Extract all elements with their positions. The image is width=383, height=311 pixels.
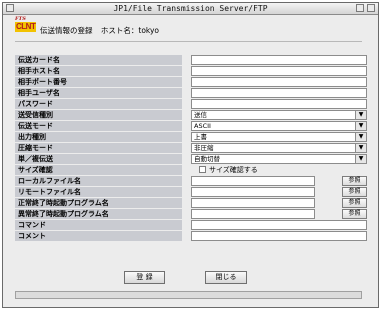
header: 伝送情報の登録 ホスト名：tokyo xyxy=(40,25,165,36)
remote-user-label: 相手ユーザ名 xyxy=(15,88,182,98)
row-remote-host: 相手ホスト名 xyxy=(15,66,367,76)
remote-user-field[interactable] xyxy=(191,88,367,98)
send-recv-type-value: 送信 xyxy=(194,111,207,119)
transfer-mode-value: ASCII xyxy=(194,122,211,130)
card-name-field[interactable] xyxy=(191,55,367,65)
password-field[interactable] xyxy=(191,99,367,109)
row-size-confirm: サイズ確認 サイズ確認する xyxy=(15,165,367,175)
single-multi-select[interactable]: 自動切替 ▼ xyxy=(191,154,367,164)
compress-mode-select[interactable]: 非圧縮 ▼ xyxy=(191,143,367,153)
remote-file-field[interactable] xyxy=(191,187,315,197)
output-type-value: 上書 xyxy=(194,133,207,141)
chevron-down-icon[interactable]: ▼ xyxy=(355,144,366,152)
chevron-down-icon[interactable]: ▼ xyxy=(355,122,366,130)
row-comment: コメント xyxy=(15,231,367,241)
card-name-label: 伝送カード名 xyxy=(15,55,182,65)
compress-mode-label: 圧縮モード xyxy=(15,143,182,153)
row-local-file: ローカルファイル名 参照 xyxy=(15,176,367,186)
row-remote-port: 相手ポート番号 xyxy=(15,77,367,87)
password-label: パスワード xyxy=(15,99,182,109)
local-file-field[interactable] xyxy=(191,176,315,186)
send-recv-type-select[interactable]: 送信 ▼ xyxy=(191,110,367,120)
compress-mode-value: 非圧縮 xyxy=(194,144,214,152)
remote-port-label: 相手ポート番号 xyxy=(15,77,182,87)
fts-clnt-logo: FTS CLNT xyxy=(15,16,37,32)
register-button[interactable]: 登 録 xyxy=(124,271,165,284)
size-confirm-checkbox-label[interactable]: サイズ確認する xyxy=(209,165,258,175)
row-single-multi: 単／複伝送 自動切替 ▼ xyxy=(15,154,367,164)
command-field[interactable] xyxy=(191,220,367,230)
normal-end-program-browse-button[interactable]: 参照 xyxy=(342,198,367,208)
abnormal-end-program-browse-button[interactable]: 参照 xyxy=(342,209,367,219)
row-command: コマンド xyxy=(15,220,367,230)
single-multi-value: 自動切替 xyxy=(194,155,220,163)
transfer-mode-select[interactable]: ASCII ▼ xyxy=(191,121,367,131)
row-normal-end-program: 正常終了時起動プログラム名 参照 xyxy=(15,198,367,208)
chevron-down-icon[interactable]: ▼ xyxy=(355,155,366,163)
row-remote-file: リモートファイル名 参照 xyxy=(15,187,367,197)
send-recv-type-label: 送受信種別 xyxy=(15,110,182,120)
window-title: JP1/File Transmission Server/FTP xyxy=(113,4,268,13)
output-type-select[interactable]: 上書 ▼ xyxy=(191,132,367,142)
chevron-down-icon[interactable]: ▼ xyxy=(355,133,366,141)
size-confirm-label: サイズ確認 xyxy=(15,165,182,175)
remote-file-browse-button[interactable]: 参照 xyxy=(342,187,367,197)
row-card-name: 伝送カード名 xyxy=(15,55,367,65)
row-remote-user: 相手ユーザ名 xyxy=(15,88,367,98)
status-bar xyxy=(15,291,362,299)
command-label: コマンド xyxy=(15,220,182,230)
remote-file-label: リモートファイル名 xyxy=(15,187,182,197)
remote-port-field[interactable] xyxy=(191,77,367,87)
normal-end-program-field[interactable] xyxy=(191,198,315,208)
single-multi-label: 単／複伝送 xyxy=(15,154,182,164)
page-title: 伝送情報の登録 xyxy=(40,26,93,35)
minimize-icon[interactable] xyxy=(356,4,364,12)
row-compress-mode: 圧縮モード 非圧縮 ▼ xyxy=(15,143,367,153)
chevron-down-icon[interactable]: ▼ xyxy=(355,111,366,119)
remote-host-field[interactable] xyxy=(191,66,367,76)
comment-label: コメント xyxy=(15,231,182,241)
remote-host-label: 相手ホスト名 xyxy=(15,66,182,76)
close-button[interactable]: 閉じる xyxy=(205,271,247,284)
local-file-browse-button[interactable]: 参照 xyxy=(342,176,367,186)
comment-field[interactable] xyxy=(191,231,367,241)
host-name-label: ホスト名：tokyo xyxy=(100,26,160,35)
row-abnormal-end-program: 異常終了時起動プログラム名 参照 xyxy=(15,209,367,219)
transfer-mode-label: 伝送モード xyxy=(15,121,182,131)
divider xyxy=(15,41,362,42)
row-send-recv-type: 送受信種別 送信 ▼ xyxy=(15,110,367,120)
row-output-type: 出力種別 上書 ▼ xyxy=(15,132,367,142)
normal-end-program-label: 正常終了時起動プログラム名 xyxy=(15,198,182,208)
maximize-icon[interactable] xyxy=(367,4,375,12)
title-bar: JP1/File Transmission Server/FTP xyxy=(3,3,378,15)
output-type-label: 出力種別 xyxy=(15,132,182,142)
local-file-label: ローカルファイル名 xyxy=(15,176,182,186)
row-transfer-mode: 伝送モード ASCII ▼ xyxy=(15,121,367,131)
row-password: パスワード xyxy=(15,99,367,109)
abnormal-end-program-label: 異常終了時起動プログラム名 xyxy=(15,209,182,219)
abnormal-end-program-field[interactable] xyxy=(191,209,315,219)
size-confirm-checkbox[interactable] xyxy=(199,166,206,173)
